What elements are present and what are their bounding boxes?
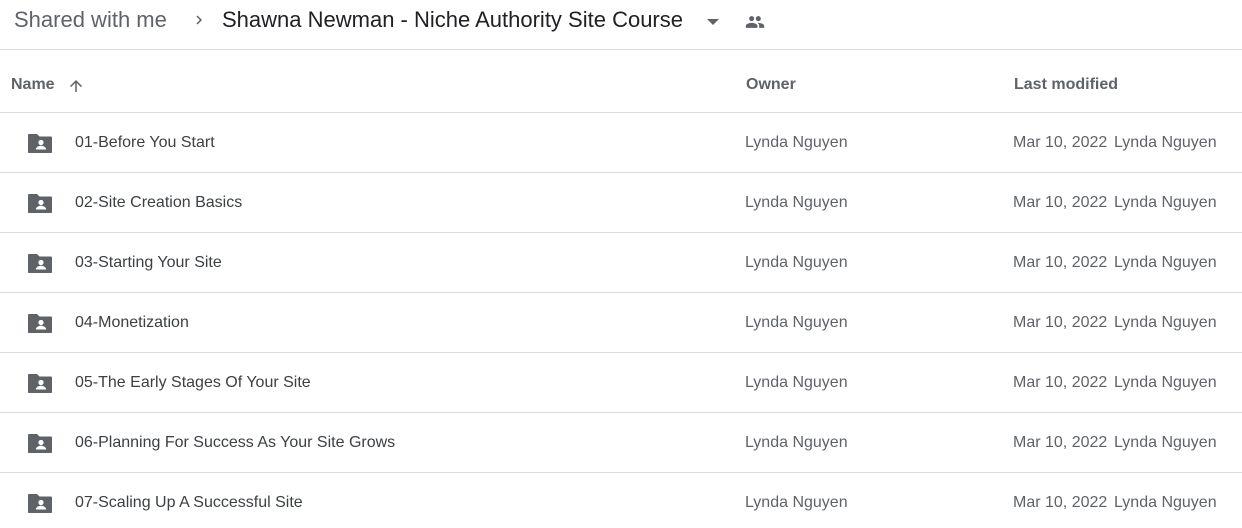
column-header-last-modified[interactable]: Last modified xyxy=(1014,76,1118,94)
file-modified-by: Lynda Nguyen xyxy=(1114,254,1217,271)
table-row[interactable]: 06-Planning For Success As Your Site Gro… xyxy=(0,413,1242,473)
column-header-owner[interactable]: Owner xyxy=(746,76,796,94)
arrow-up-icon[interactable] xyxy=(67,77,85,95)
file-owner: Lynda Nguyen xyxy=(745,434,848,451)
file-owner: Lynda Nguyen xyxy=(745,374,848,391)
file-name: 01-Before You Start xyxy=(75,134,215,151)
table-row[interactable]: 01-Before You Start Lynda Nguyen Mar 10,… xyxy=(0,113,1242,173)
breadcrumb-root-link[interactable]: Shared with me xyxy=(14,6,167,34)
file-modified-date: Mar 10, 2022 xyxy=(1013,254,1108,271)
shared-folder-icon xyxy=(28,374,52,393)
table-row[interactable]: 02-Site Creation Basics Lynda Nguyen Mar… xyxy=(0,173,1242,233)
shared-folder-icon xyxy=(28,434,52,453)
file-modified-by: Lynda Nguyen xyxy=(1114,434,1217,451)
file-name: 05-The Early Stages Of Your Site xyxy=(75,374,311,391)
file-modified-date: Mar 10, 2022 xyxy=(1013,494,1108,511)
shared-folder-icon xyxy=(28,254,52,273)
file-owner: Lynda Nguyen xyxy=(745,314,848,331)
file-list: 01-Before You Start Lynda Nguyen Mar 10,… xyxy=(0,113,1242,528)
file-modified-by: Lynda Nguyen xyxy=(1114,194,1217,211)
breadcrumb: Shared with me Shawna Newman - Niche Aut… xyxy=(0,0,1242,50)
shared-folder-icon xyxy=(28,494,52,513)
table-row[interactable]: 03-Starting Your Site Lynda Nguyen Mar 1… xyxy=(0,233,1242,293)
file-modified-by: Lynda Nguyen xyxy=(1114,374,1217,391)
file-modified-date: Mar 10, 2022 xyxy=(1013,134,1108,151)
table-row[interactable]: 04-Monetization Lynda Nguyen Mar 10, 202… xyxy=(0,293,1242,353)
file-modified-by: Lynda Nguyen xyxy=(1114,494,1217,511)
column-headers: Name Owner Last modified xyxy=(0,51,1242,113)
file-modified-date: Mar 10, 2022 xyxy=(1013,194,1108,211)
file-name: 06-Planning For Success As Your Site Gro… xyxy=(75,434,396,451)
shared-folder-icon xyxy=(28,134,52,153)
file-modified-by: Lynda Nguyen xyxy=(1114,134,1217,151)
file-owner: Lynda Nguyen xyxy=(745,134,848,151)
file-modified-date: Mar 10, 2022 xyxy=(1013,434,1108,451)
file-owner: Lynda Nguyen xyxy=(745,254,848,271)
shared-folder-icon xyxy=(28,194,52,213)
chevron-right-icon xyxy=(196,15,202,25)
people-icon[interactable] xyxy=(744,12,766,32)
file-name: 04-Monetization xyxy=(75,314,189,331)
file-modified-date: Mar 10, 2022 xyxy=(1013,374,1108,391)
shared-folder-icon xyxy=(28,314,52,333)
drive-file-browser: Shared with me Shawna Newman - Niche Aut… xyxy=(0,0,1242,528)
caret-down-icon[interactable] xyxy=(703,14,723,30)
file-name: 07-Scaling Up A Successful Site xyxy=(75,494,303,511)
file-modified-by: Lynda Nguyen xyxy=(1114,314,1217,331)
file-name: 02-Site Creation Basics xyxy=(75,194,243,211)
table-row[interactable]: 05-The Early Stages Of Your Site Lynda N… xyxy=(0,353,1242,413)
file-name: 03-Starting Your Site xyxy=(75,254,222,271)
file-owner: Lynda Nguyen xyxy=(745,194,848,211)
table-row[interactable]: 07-Scaling Up A Successful Site Lynda Ng… xyxy=(0,473,1242,528)
breadcrumb-current-folder[interactable]: Shawna Newman - Niche Authority Site Cou… xyxy=(222,6,683,34)
file-owner: Lynda Nguyen xyxy=(745,494,848,511)
file-modified-date: Mar 10, 2022 xyxy=(1013,314,1108,331)
column-header-name[interactable]: Name xyxy=(11,76,55,94)
